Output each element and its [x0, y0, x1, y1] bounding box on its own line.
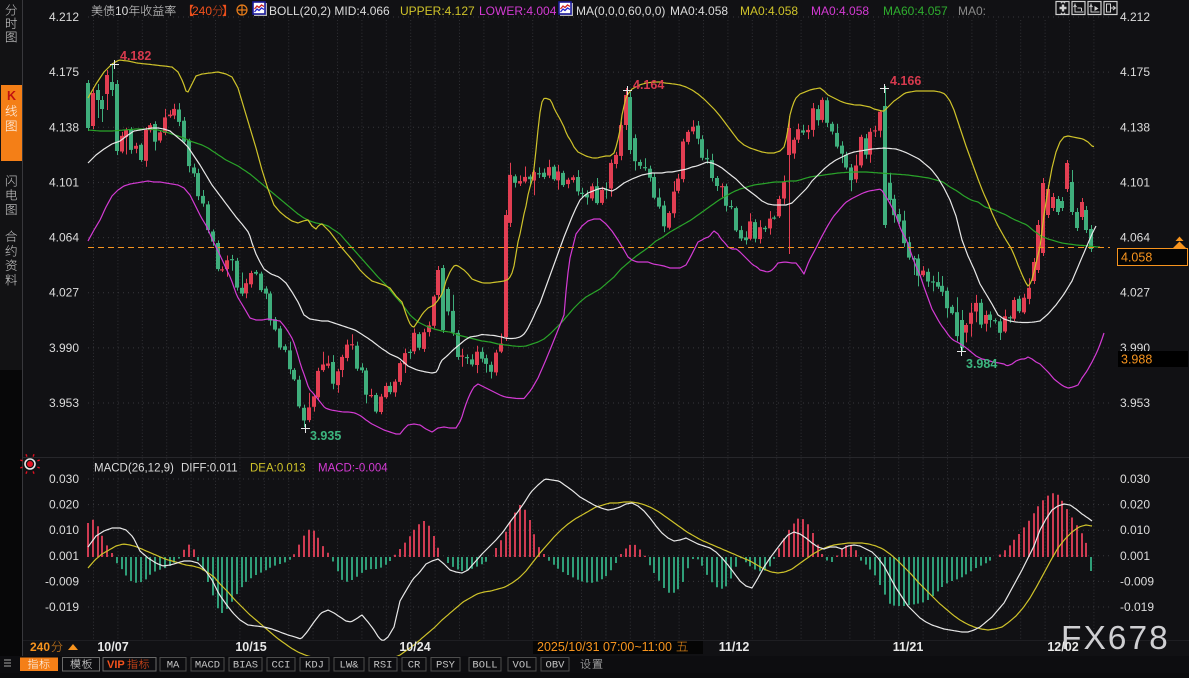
- svg-text:0.020: 0.020: [49, 498, 79, 512]
- svg-text:-0.019: -0.019: [45, 600, 79, 614]
- svg-text:UPPER:4.127: UPPER:4.127: [400, 4, 475, 18]
- svg-text:4.138: 4.138: [49, 120, 79, 134]
- svg-text:CCI: CCI: [272, 660, 291, 672]
- svg-text:MACD:-0.004: MACD:-0.004: [318, 463, 388, 475]
- svg-text:BOLL: BOLL: [472, 660, 497, 672]
- svg-text:VOL: VOL: [513, 660, 532, 672]
- svg-text:MA60:4.057: MA60:4.057: [883, 4, 948, 18]
- svg-text:2025/10/31 07:00~11:00: 2025/10/31 07:00~11:00: [537, 640, 672, 654]
- svg-text:10/15: 10/15: [235, 640, 266, 654]
- svg-text:BOLL(20,2) MID:4.066: BOLL(20,2) MID:4.066: [269, 4, 390, 18]
- svg-text:MA0:4.058: MA0:4.058: [811, 4, 869, 18]
- svg-text:RSI: RSI: [374, 660, 393, 672]
- svg-text:3.935: 3.935: [310, 429, 341, 443]
- svg-text:4.027: 4.027: [1120, 286, 1150, 300]
- svg-text:4.164: 4.164: [633, 78, 664, 92]
- svg-text:4.101: 4.101: [1120, 175, 1150, 189]
- svg-text:0.001: 0.001: [1120, 549, 1150, 563]
- svg-text:4.101: 4.101: [49, 175, 79, 189]
- svg-text:-0.019: -0.019: [1120, 600, 1154, 614]
- svg-text:11/21: 11/21: [893, 640, 924, 654]
- svg-text:MA0:: MA0:: [958, 4, 986, 18]
- svg-text:3.953: 3.953: [49, 396, 79, 410]
- svg-text:MACD(26,12,9): MACD(26,12,9): [94, 463, 174, 475]
- svg-text:MA0:4.058: MA0:4.058: [740, 4, 798, 18]
- svg-text:10/07: 10/07: [97, 640, 128, 654]
- svg-text:0.020: 0.020: [1120, 498, 1150, 512]
- svg-text:LW&: LW&: [340, 660, 360, 672]
- svg-text:4.175: 4.175: [49, 65, 79, 79]
- svg-text:4.212: 4.212: [1120, 10, 1150, 24]
- svg-text:4.166: 4.166: [890, 74, 921, 88]
- svg-text:DEA:0.013: DEA:0.013: [250, 463, 306, 475]
- svg-text:KDJ: KDJ: [305, 660, 324, 672]
- svg-text:3.984: 3.984: [966, 357, 997, 371]
- svg-text:4.064: 4.064: [49, 231, 79, 245]
- svg-text:0.030: 0.030: [1120, 472, 1150, 486]
- svg-text:LOWER:4.004: LOWER:4.004: [479, 4, 557, 18]
- svg-text:VIP: VIP: [107, 659, 125, 671]
- svg-text:4.182: 4.182: [120, 49, 151, 63]
- svg-text:240: 240: [192, 4, 212, 18]
- svg-text:MACD: MACD: [195, 660, 220, 672]
- svg-text:10: 10: [115, 4, 129, 18]
- svg-text:0.010: 0.010: [1120, 523, 1150, 537]
- svg-text:12/02: 12/02: [1047, 640, 1078, 654]
- svg-text:4.175: 4.175: [1120, 65, 1150, 79]
- svg-text:10/24: 10/24: [399, 640, 430, 654]
- svg-text:4.212: 4.212: [49, 10, 79, 24]
- svg-text:0.001: 0.001: [49, 549, 79, 563]
- svg-text:4.138: 4.138: [1120, 120, 1150, 134]
- svg-text:PSY: PSY: [436, 660, 456, 672]
- svg-text:MA(0,0,0,60,0,0): MA(0,0,0,60,0,0): [576, 4, 665, 18]
- svg-text:4.064: 4.064: [1120, 231, 1150, 245]
- svg-text:3.953: 3.953: [1120, 396, 1150, 410]
- svg-text:-0.009: -0.009: [1120, 574, 1154, 588]
- svg-text:4.027: 4.027: [49, 286, 79, 300]
- svg-text:3.988: 3.988: [1121, 353, 1152, 367]
- svg-text:4.058: 4.058: [1121, 251, 1152, 265]
- svg-text:0.010: 0.010: [49, 523, 79, 537]
- svg-text:240: 240: [30, 640, 50, 654]
- svg-text:11/12: 11/12: [719, 640, 750, 654]
- svg-text:-0.009: -0.009: [45, 574, 79, 588]
- svg-text:K: K: [7, 89, 16, 103]
- svg-text:3.990: 3.990: [49, 341, 79, 355]
- svg-text:MA0:4.058: MA0:4.058: [670, 4, 728, 18]
- svg-text:CR: CR: [408, 660, 421, 672]
- svg-text:OBV: OBV: [546, 660, 566, 672]
- svg-text:0.030: 0.030: [49, 472, 79, 486]
- svg-text:DIFF:0.011: DIFF:0.011: [181, 463, 238, 475]
- svg-text:BIAS: BIAS: [233, 660, 258, 672]
- svg-text:MA: MA: [167, 660, 180, 672]
